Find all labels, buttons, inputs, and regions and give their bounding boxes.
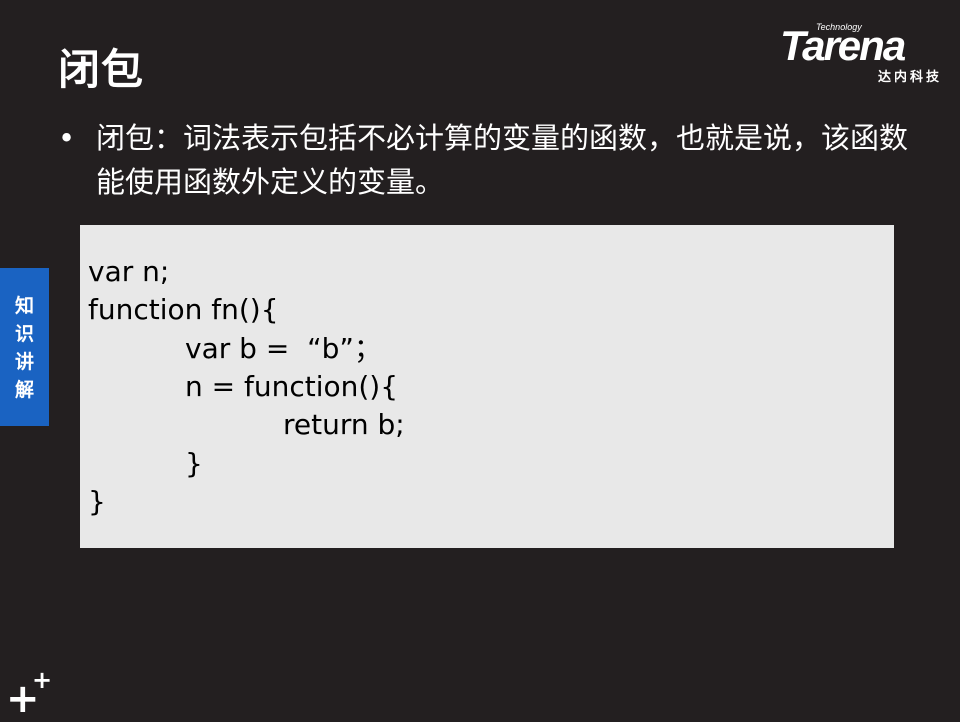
logo-subtitle: 达内科技: [877, 70, 942, 85]
side-tab-char: 讲: [14, 351, 34, 373]
code-line: function fn(){: [88, 293, 279, 326]
side-tab-label: 知识讲解: [0, 292, 49, 404]
code-line: }: [88, 485, 106, 518]
side-tab-char: 识: [14, 323, 34, 345]
bullet-marker: •: [58, 121, 76, 155]
tarena-logo: Technology Tarena 达内科技: [780, 22, 946, 85]
code-line: var n;: [88, 255, 170, 288]
bullet-text: 闭包：词法表示包括不必计算的变量的函数，也就是说，该函数能使用函数外定义的变量。: [96, 121, 909, 199]
code-line: return b;: [283, 408, 405, 441]
logo-wordmark: Tarena: [780, 22, 906, 69]
code-line: }: [185, 447, 203, 480]
bullet-item: • 闭包：词法表示包括不必计算的变量的函数，也就是说，该函数能使用函数外定义的变…: [58, 116, 908, 204]
code-line: n = function(){: [185, 370, 399, 403]
side-tab-char: 知: [14, 295, 34, 317]
slide-title: 闭包: [58, 45, 145, 94]
small-plus: +: [32, 666, 53, 694]
side-tab[interactable]: 知识讲解: [0, 268, 49, 426]
code-line: var b = “b”；: [185, 332, 382, 365]
code-block: var n; function fn(){ var b = “b”； n = f…: [80, 225, 894, 548]
plus-plus-icon: + +: [6, 666, 54, 719]
side-tab-char: 解: [14, 379, 34, 401]
